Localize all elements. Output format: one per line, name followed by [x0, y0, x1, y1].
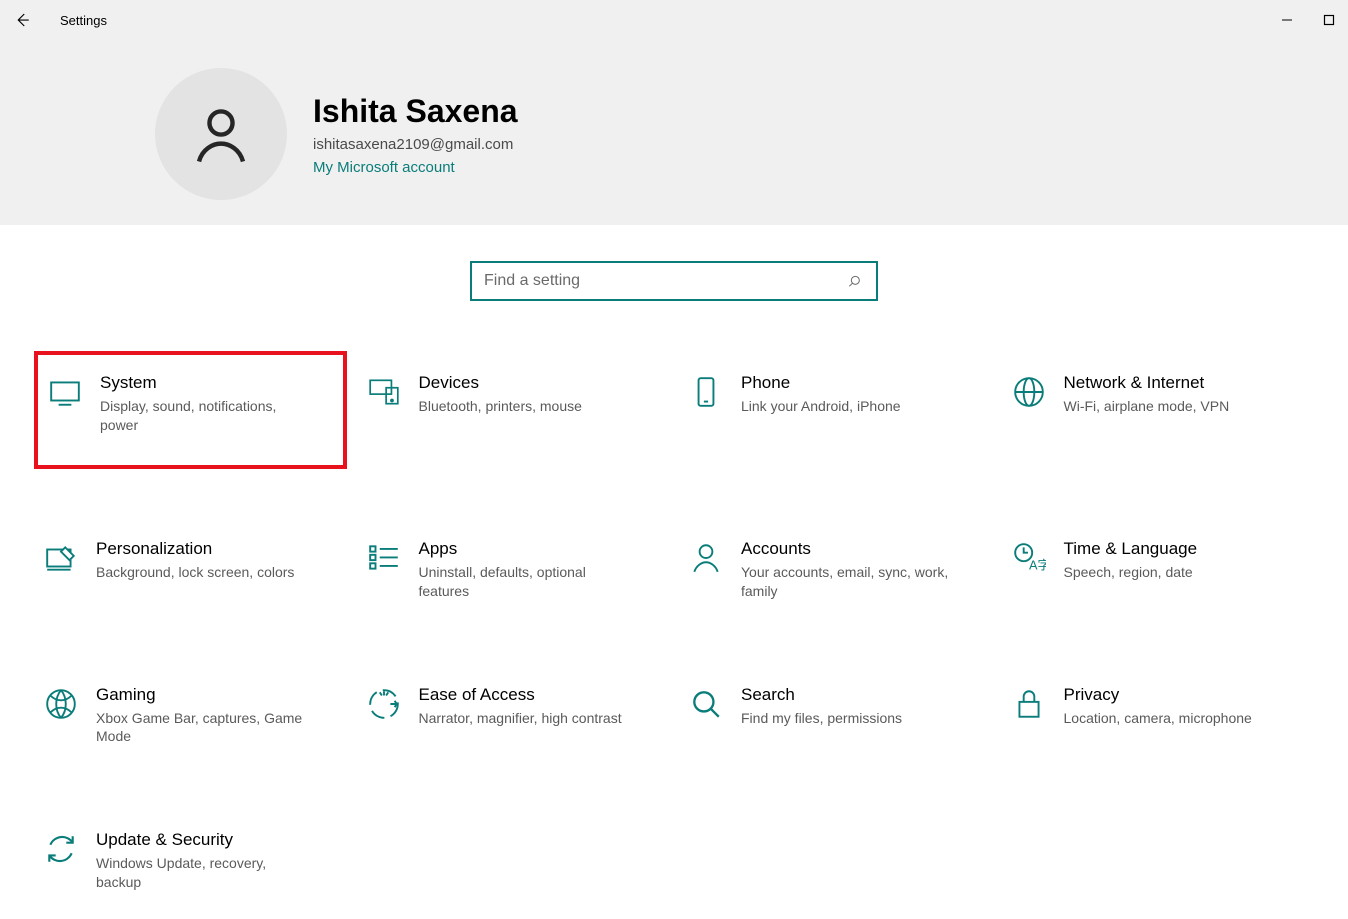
- globe-icon: [1012, 375, 1046, 409]
- user-info: Ishita Saxena ishitasaxena2109@gmail.com…: [313, 93, 518, 176]
- search-box[interactable]: [470, 261, 878, 301]
- search-input[interactable]: [484, 272, 848, 290]
- tile-desc: Background, lock screen, colors: [96, 563, 294, 582]
- tile-text: Apps Uninstall, defaults, optional featu…: [419, 539, 629, 601]
- tile-title: Network & Internet: [1064, 373, 1230, 393]
- user-email: ishitasaxena2109@gmail.com: [313, 136, 518, 153]
- tile-ease-of-access[interactable]: Ease of Access Narrator, magnifier, high…: [357, 671, 670, 761]
- tile-phone[interactable]: Phone Link your Android, iPhone: [679, 359, 992, 469]
- tile-devices[interactable]: Devices Bluetooth, printers, mouse: [357, 359, 670, 469]
- devices-icon: [367, 375, 401, 409]
- titlebar: Settings: [0, 0, 1348, 40]
- maximize-icon: [1323, 14, 1335, 26]
- tile-desc: Link your Android, iPhone: [741, 397, 901, 416]
- ease-of-access-icon: [367, 687, 401, 721]
- tile-title: Time & Language: [1064, 539, 1198, 559]
- tile-update-security[interactable]: Update & Security Windows Update, recove…: [34, 816, 347, 906]
- tile-title: Phone: [741, 373, 901, 393]
- user-display-name: Ishita Saxena: [313, 93, 518, 130]
- tile-title: Accounts: [741, 539, 951, 559]
- tile-title: System: [100, 373, 310, 393]
- tile-title: Privacy: [1064, 685, 1252, 705]
- accounts-icon: [689, 541, 723, 575]
- titlebar-left: Settings: [12, 10, 107, 30]
- search-row: [0, 261, 1348, 301]
- arrow-left-icon: [13, 11, 31, 29]
- gaming-icon: [44, 687, 78, 721]
- tile-desc: Windows Update, recovery, backup: [96, 854, 306, 892]
- tile-desc: Location, camera, microphone: [1064, 709, 1252, 728]
- phone-icon: [689, 375, 723, 409]
- tile-desc: Narrator, magnifier, high contrast: [419, 709, 622, 728]
- settings-grid: System Display, sound, notifications, po…: [34, 359, 1314, 906]
- search-icon: [848, 273, 864, 289]
- maximize-button[interactable]: [1322, 13, 1336, 27]
- tile-text: Update & Security Windows Update, recove…: [96, 830, 306, 892]
- time-language-icon: A字: [1012, 541, 1046, 575]
- minimize-button[interactable]: [1280, 13, 1294, 27]
- lock-icon: [1012, 687, 1046, 721]
- tile-privacy[interactable]: Privacy Location, camera, microphone: [1002, 671, 1315, 761]
- tile-text: Accounts Your accounts, email, sync, wor…: [741, 539, 951, 601]
- avatar[interactable]: [155, 68, 287, 200]
- window-controls: [1280, 13, 1336, 27]
- tile-accounts[interactable]: Accounts Your accounts, email, sync, wor…: [679, 525, 992, 615]
- tile-text: Time & Language Speech, region, date: [1064, 539, 1198, 582]
- tile-text: Search Find my files, permissions: [741, 685, 902, 728]
- tile-system[interactable]: System Display, sound, notifications, po…: [34, 351, 347, 469]
- personalization-icon: [44, 541, 78, 575]
- svg-text:A字: A字: [1029, 557, 1046, 572]
- tile-time-language[interactable]: A字 Time & Language Speech, region, date: [1002, 525, 1315, 615]
- tile-desc: Bluetooth, printers, mouse: [419, 397, 582, 416]
- back-button[interactable]: [12, 10, 32, 30]
- header-region: Settings Ishita Saxena ishitasaxena2109@…: [0, 0, 1348, 225]
- system-icon: [48, 375, 82, 409]
- tile-title: Personalization: [96, 539, 294, 559]
- tile-desc: Speech, region, date: [1064, 563, 1198, 582]
- user-avatar-icon: [188, 101, 254, 167]
- tile-apps[interactable]: Apps Uninstall, defaults, optional featu…: [357, 525, 670, 615]
- tile-gaming[interactable]: Gaming Xbox Game Bar, captures, Game Mod…: [34, 671, 347, 761]
- tile-text: Privacy Location, camera, microphone: [1064, 685, 1252, 728]
- tile-desc: Display, sound, notifications, power: [100, 397, 310, 435]
- tile-personalization[interactable]: Personalization Background, lock screen,…: [34, 525, 347, 615]
- tile-title: Update & Security: [96, 830, 306, 850]
- tile-network[interactable]: Network & Internet Wi-Fi, airplane mode,…: [1002, 359, 1315, 469]
- window-title: Settings: [60, 13, 107, 28]
- update-icon: [44, 832, 78, 866]
- tile-title: Gaming: [96, 685, 306, 705]
- tile-desc: Find my files, permissions: [741, 709, 902, 728]
- tile-text: Devices Bluetooth, printers, mouse: [419, 373, 582, 416]
- tile-text: Ease of Access Narrator, magnifier, high…: [419, 685, 622, 728]
- apps-icon: [367, 541, 401, 575]
- tile-search[interactable]: Search Find my files, permissions: [679, 671, 992, 761]
- tile-title: Devices: [419, 373, 582, 393]
- tile-title: Apps: [419, 539, 629, 559]
- tile-text: Personalization Background, lock screen,…: [96, 539, 294, 582]
- tile-title: Search: [741, 685, 902, 705]
- microsoft-account-link[interactable]: My Microsoft account: [313, 159, 518, 176]
- tile-title: Ease of Access: [419, 685, 622, 705]
- tile-desc: Your accounts, email, sync, work, family: [741, 563, 951, 601]
- tile-text: Phone Link your Android, iPhone: [741, 373, 901, 416]
- tile-text: Gaming Xbox Game Bar, captures, Game Mod…: [96, 685, 306, 747]
- user-block: Ishita Saxena ishitasaxena2109@gmail.com…: [155, 68, 518, 200]
- tile-text: Network & Internet Wi-Fi, airplane mode,…: [1064, 373, 1230, 416]
- tile-desc: Wi-Fi, airplane mode, VPN: [1064, 397, 1230, 416]
- tile-desc: Uninstall, defaults, optional features: [419, 563, 629, 601]
- minimize-icon: [1281, 14, 1293, 26]
- tile-text: System Display, sound, notifications, po…: [100, 373, 310, 435]
- search-tile-icon: [689, 687, 723, 721]
- tile-desc: Xbox Game Bar, captures, Game Mode: [96, 709, 306, 747]
